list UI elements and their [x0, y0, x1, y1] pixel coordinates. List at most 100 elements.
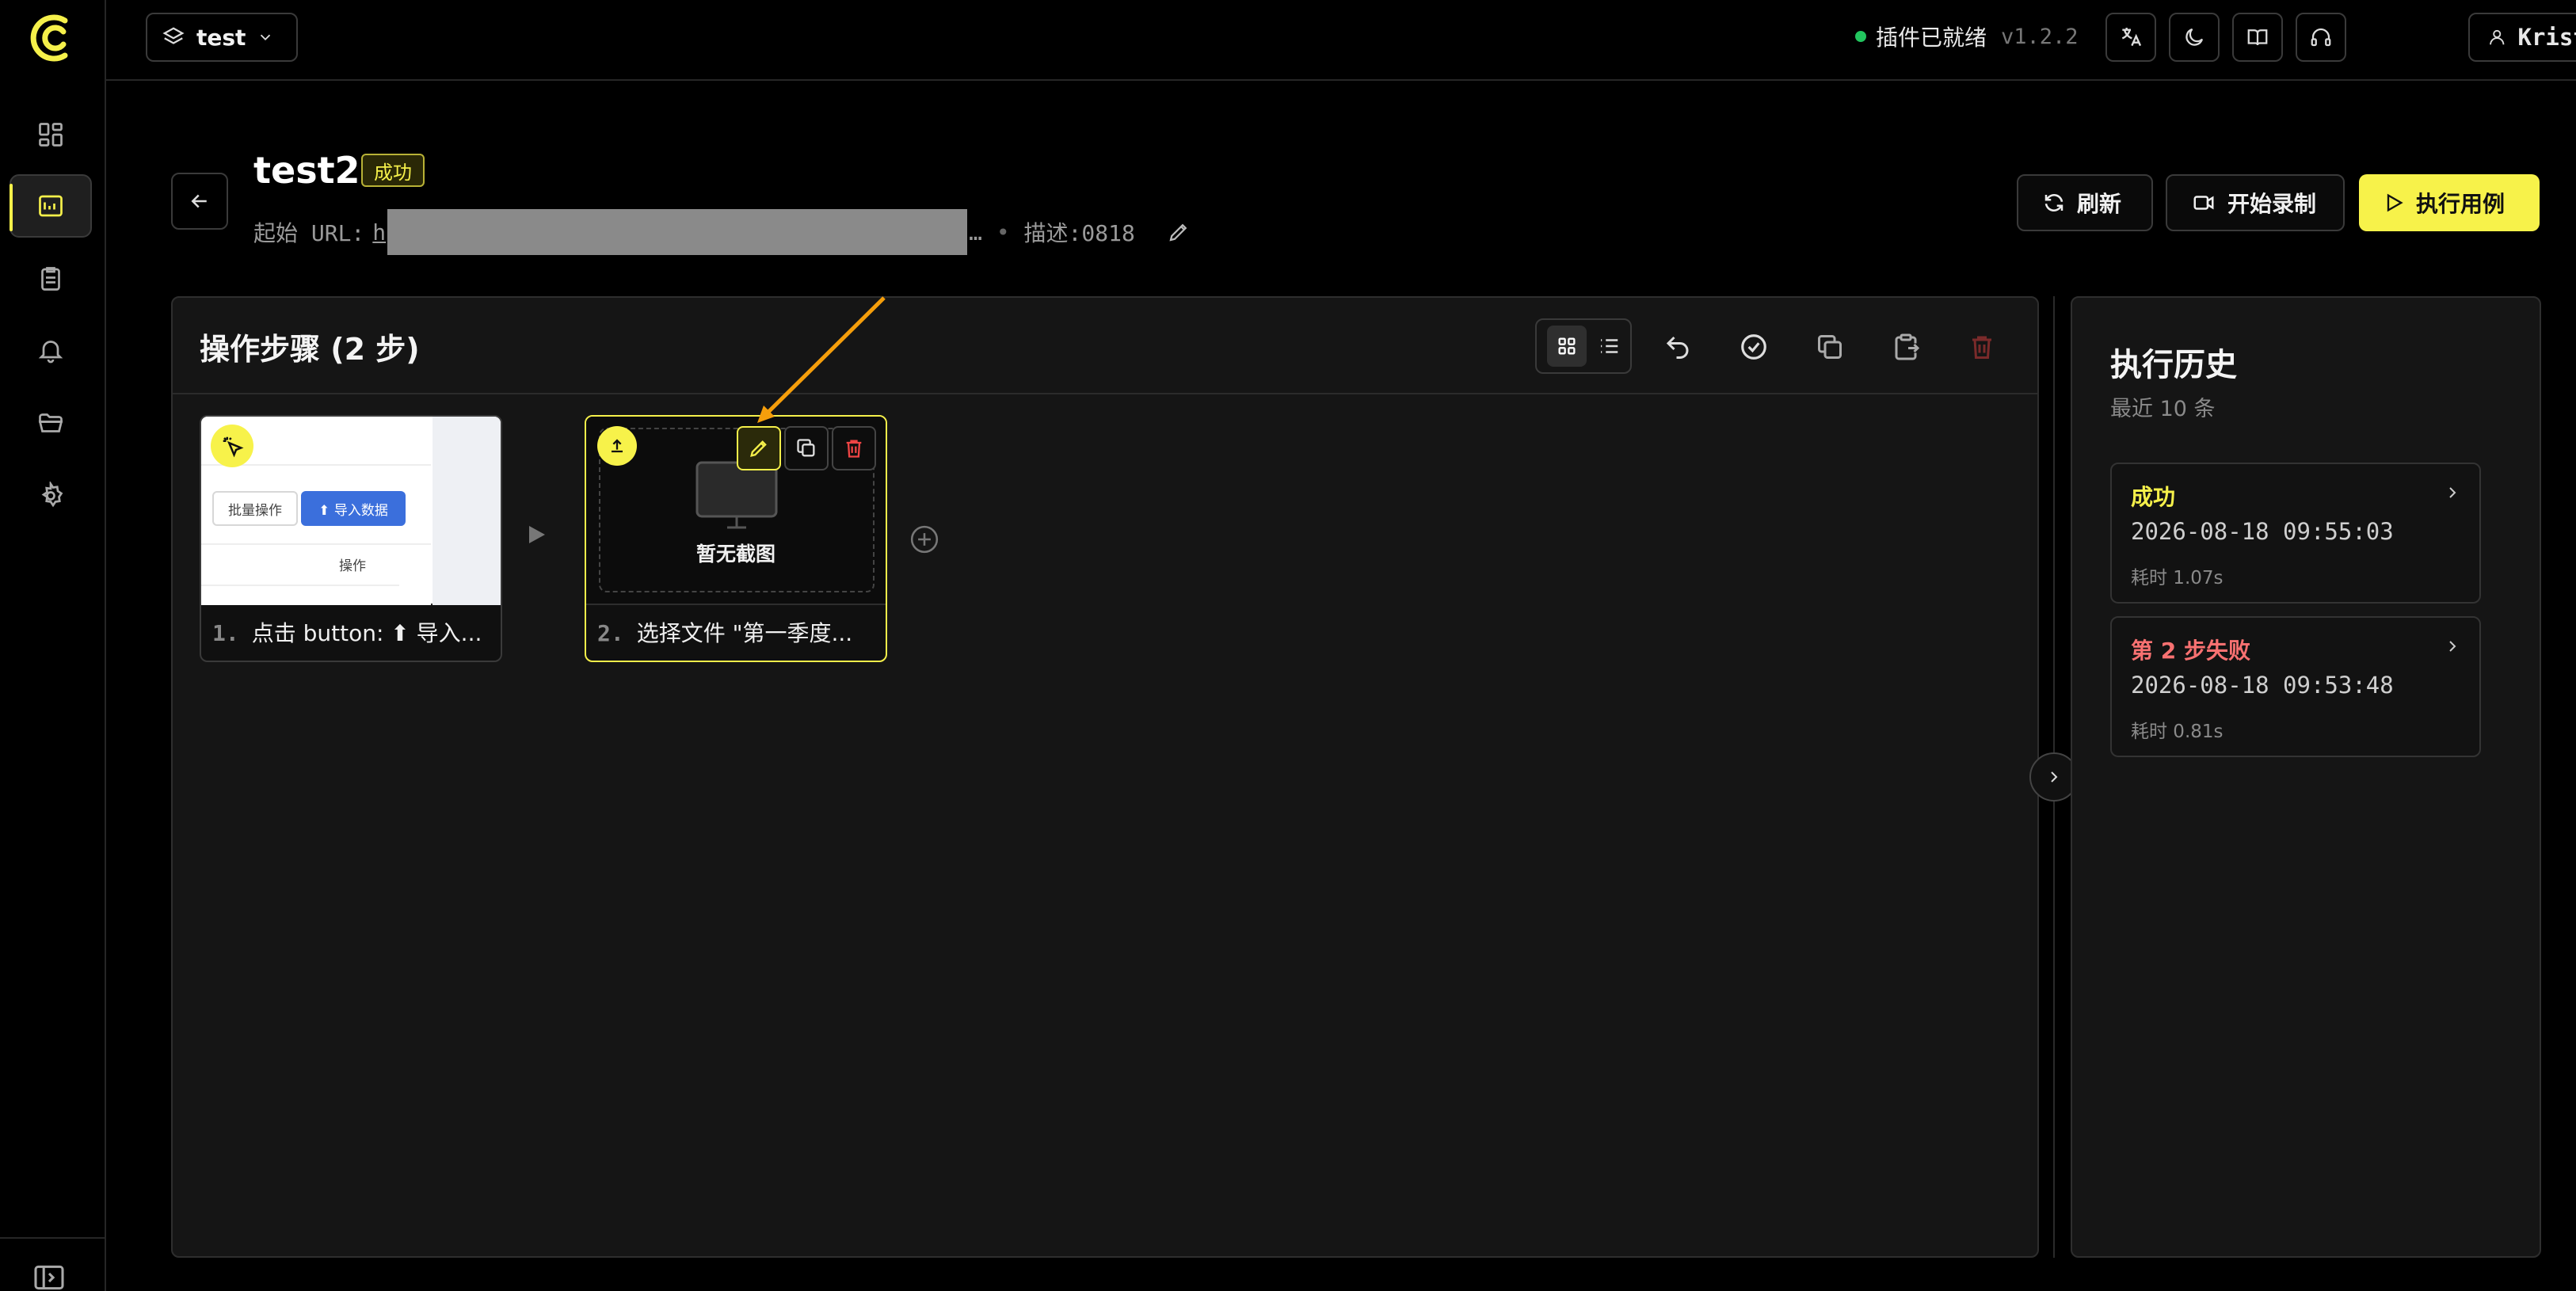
layers-icon — [162, 27, 185, 44]
nav-testcases-icon[interactable] — [10, 174, 92, 238]
history-title: 执行历史 — [2110, 347, 2237, 383]
arrow-left-icon — [191, 194, 207, 208]
trash-icon — [846, 440, 862, 458]
sidebar — [0, 0, 106, 1291]
history-item-2[interactable]: 第 2 步失败 2026-08-18 09:53:48 耗时 0.81s — [2110, 616, 2481, 757]
nav-folder-icon[interactable] — [10, 391, 92, 455]
refresh-button[interactable]: 刷新 — [2017, 174, 2153, 231]
step-1-text: 点击 button: ⬆ 导入... — [251, 620, 482, 646]
book-icon — [2247, 29, 2268, 46]
user-name: Kristen — [2517, 24, 2576, 51]
history-subtitle: 最近 10 条 — [2110, 397, 2216, 421]
step-card-1[interactable]: 批量操作 ⬆ 导入数据 操作 1. 点击 button: ⬆ 导入... — [200, 415, 502, 662]
play-icon — [2387, 193, 2403, 212]
start-recording-button[interactable]: 开始录制 — [2166, 174, 2345, 231]
docs-button[interactable] — [2232, 13, 2283, 62]
step-card-2[interactable]: 暂无截图 2. 选择文件 "第一季度... — [585, 415, 887, 662]
grid-view-button[interactable] — [1546, 326, 1587, 367]
chevron-right-icon — [2051, 771, 2058, 783]
case-status-badge: 成功 — [361, 154, 425, 187]
back-button[interactable] — [171, 173, 228, 230]
pencil-icon — [750, 440, 767, 457]
undo-button[interactable] — [1657, 326, 1698, 367]
url-value[interactable]: h — [372, 219, 386, 246]
thumb-column-header: 操作 — [339, 558, 366, 574]
case-description: 描述:0818 — [1023, 220, 1135, 246]
moon-icon — [2185, 28, 2204, 46]
step-1-label: 1. 点击 button: ⬆ 导入... — [212, 616, 482, 648]
project-name: test — [196, 24, 246, 51]
steps-title: 操作步骤 (2 步) — [200, 332, 420, 367]
headset-icon — [2311, 28, 2331, 47]
paste-steps-button[interactable] — [1885, 326, 1926, 367]
edit-step-button[interactable] — [737, 426, 781, 470]
thumb-import-button: ⬆ 导入数据 — [301, 491, 406, 526]
support-button[interactable] — [2296, 13, 2346, 62]
history-item-status: 成功 — [2131, 484, 2176, 510]
trash-icon — [1972, 336, 1991, 359]
monitor-icon — [695, 461, 778, 529]
step-2-label: 2. 选择文件 "第一季度... — [597, 616, 852, 648]
duplicate-step-button[interactable] — [784, 426, 829, 470]
refresh-icon — [2044, 194, 2063, 211]
add-step-icon[interactable] — [909, 524, 939, 554]
view-toggle — [1535, 318, 1632, 374]
url-label: 起始 URL: — [253, 220, 365, 246]
sidebar-collapse-icon[interactable] — [32, 1264, 67, 1291]
project-selector[interactable]: test — [146, 13, 298, 62]
copy-icon — [1818, 335, 1842, 359]
list-view-button[interactable] — [1597, 334, 1621, 358]
status-dot — [1855, 31, 1866, 42]
translate-icon — [2121, 28, 2142, 47]
start-recording-label: 开始录制 — [2227, 191, 2317, 217]
theme-toggle-button[interactable] — [2169, 13, 2220, 62]
history-item-duration: 耗时 0.81s — [2131, 722, 2224, 742]
refresh-label: 刷新 — [2077, 191, 2122, 217]
url-redacted — [387, 209, 968, 255]
chevron-right-icon — [2443, 483, 2462, 502]
user-menu[interactable]: Kristen — [2468, 13, 2576, 62]
topbar: test 插件已就绪 v1.2.2 Kristen — [106, 0, 2576, 81]
thumb-batch-button: 批量操作 — [212, 491, 298, 526]
click-action-icon — [211, 425, 253, 467]
step-connector-play-icon — [528, 524, 547, 545]
history-item-time: 2026-08-18 09:53:48 — [2131, 672, 2394, 699]
upload-action-icon — [597, 426, 637, 466]
delete-step-button[interactable] — [832, 426, 876, 470]
nav-reports-icon[interactable] — [10, 247, 92, 310]
step-2-number: 2. — [597, 620, 624, 646]
version-text: v1.2.2 — [2001, 24, 2079, 49]
history-item-1[interactable]: 成功 2026-08-18 09:55:03 耗时 1.07s — [2110, 463, 2481, 604]
edit-description-icon[interactable] — [1167, 220, 1191, 244]
run-case-button[interactable]: 执行用例 — [2359, 174, 2540, 231]
history-item-status: 第 2 步失败 — [2131, 638, 2250, 664]
check-circle-icon — [1741, 334, 1766, 360]
copy-icon — [797, 439, 815, 457]
steps-panel: 操作步骤 (2 步) 批量操作 ⬆ 导入数据 操作 1. 点击 button: … — [171, 296, 2039, 1258]
list-icon — [1600, 339, 1618, 353]
url-ellipsis: … — [969, 219, 983, 246]
nav-settings-icon[interactable] — [10, 464, 92, 527]
case-meta: 起始 URL: h … • 描述:0818 — [253, 209, 1191, 255]
nav-notifications-icon[interactable] — [10, 318, 92, 382]
nav-dashboard-icon[interactable] — [10, 103, 92, 166]
history-item-time: 2026-08-18 09:55:03 — [2131, 518, 2394, 545]
copy-steps-button[interactable] — [1809, 326, 1850, 367]
steps-header: 操作步骤 (2 步) — [173, 298, 2037, 394]
chevron-right-icon — [2443, 637, 2462, 656]
no-screenshot-text: 暂无截图 — [695, 543, 775, 566]
app-logo[interactable] — [24, 13, 76, 63]
case-title: test2 — [253, 149, 360, 192]
video-icon — [2193, 196, 2214, 210]
translate-button[interactable] — [2105, 13, 2156, 62]
undo-icon — [1666, 336, 1689, 359]
user-icon — [2490, 29, 2505, 45]
validate-button[interactable] — [1733, 326, 1774, 367]
step-1-number: 1. — [212, 620, 239, 646]
delete-all-button[interactable] — [1961, 326, 2002, 367]
plugin-status: 插件已就绪 v1.2.2 — [1855, 21, 2079, 52]
meta-separator: • — [996, 219, 1010, 246]
history-item-duration: 耗时 1.07s — [2131, 568, 2224, 588]
sidebar-divider — [0, 1237, 106, 1239]
history-panel: 执行历史 最近 10 条 成功 2026-08-18 09:55:03 耗时 1… — [2071, 296, 2541, 1258]
